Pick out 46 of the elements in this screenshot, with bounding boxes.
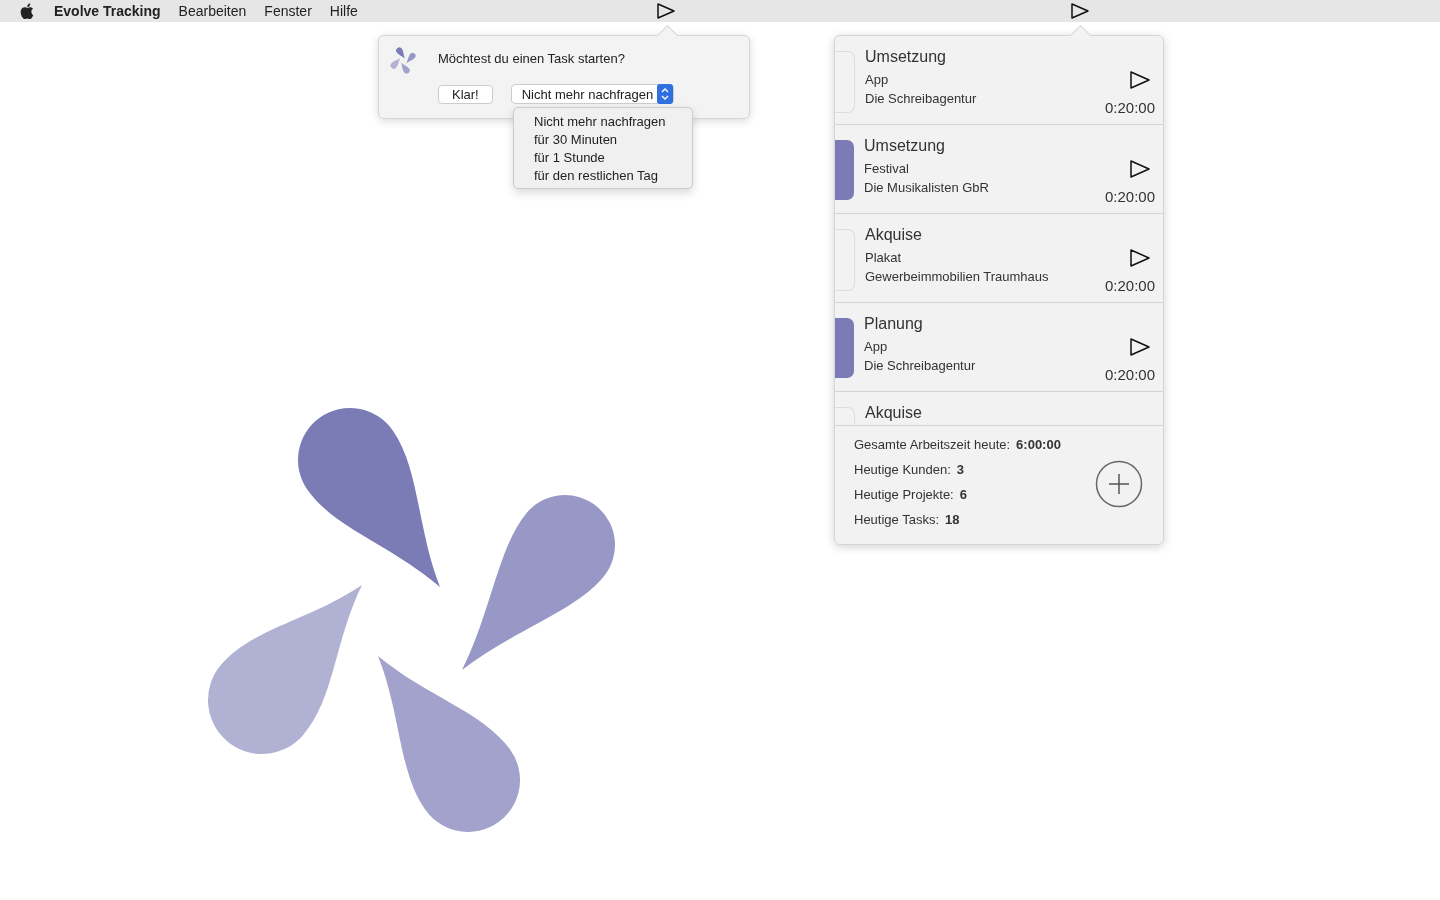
prompt-message: Möchtest du einen Task starten?: [438, 51, 626, 66]
task-project: App: [864, 338, 889, 356]
app-name-menu[interactable]: Evolve Tracking: [54, 3, 161, 19]
menu-item[interactable]: Fenster: [264, 3, 312, 19]
task-client: Die Schreibagentur: [864, 357, 976, 375]
ok-button[interactable]: Klar!: [438, 84, 493, 104]
task-project: Festival: [864, 160, 910, 178]
task-client: Die Schreibagentur: [865, 90, 977, 108]
play-icon[interactable]: [1129, 70, 1151, 90]
task-project: Plakat: [865, 249, 903, 267]
dont-ask-select[interactable]: Nicht mehr nachfragen: [510, 84, 675, 104]
menu-option[interactable]: für den restlichen Tag: [514, 167, 692, 185]
stat-value: 3: [956, 461, 965, 478]
task-client: Die Musikalisten GbR: [864, 179, 989, 197]
task-title: Umsetzung: [865, 47, 947, 67]
task-title: Umsetzung: [864, 136, 946, 156]
play-icon[interactable]: [1129, 248, 1151, 268]
play-icon[interactable]: [656, 2, 676, 20]
menu-option[interactable]: für 30 Minuten: [514, 131, 692, 149]
task-duration: 0:20:00: [1104, 366, 1155, 383]
stat-label: Heutige Kunden:: [854, 461, 951, 478]
task-title: Akquise: [865, 403, 922, 423]
task-duration: 0:20:00: [1104, 99, 1155, 116]
play-icon[interactable]: [1129, 159, 1151, 179]
menu-option[interactable]: für 1 Stunde: [514, 149, 692, 167]
apple-logo-icon[interactable]: [20, 3, 34, 19]
stat-value: 18: [945, 511, 960, 528]
task-project: App: [865, 71, 890, 89]
menu-item[interactable]: Bearbeiten: [178, 3, 247, 19]
stat-value: 6:00:00: [1016, 436, 1061, 453]
task-title: Akquise: [865, 225, 923, 245]
task-client: Gewerbeimmobilien Traumhaus: [865, 268, 1049, 286]
stat-label: Heutige Projekte:: [854, 486, 954, 503]
stat-value: 6: [959, 486, 967, 503]
menu-option[interactable]: Nicht mehr nachfragen: [514, 113, 692, 131]
play-icon[interactable]: [1070, 2, 1090, 20]
menu-item[interactable]: Hilfe: [329, 3, 358, 19]
task-duration: 0:20:00: [1104, 188, 1155, 205]
task-duration: 0:20:00: [1104, 277, 1155, 294]
play-icon[interactable]: [1129, 337, 1151, 357]
task-title: Planung: [864, 314, 924, 334]
app-logo-icon: [390, 47, 416, 74]
stat-label: Heutige Tasks:: [854, 511, 940, 528]
chevron-updown-icon: [657, 84, 674, 104]
add-icon[interactable]: [1095, 460, 1143, 508]
stat-label: Gesamte Arbeitszeit heute:: [854, 436, 1011, 453]
